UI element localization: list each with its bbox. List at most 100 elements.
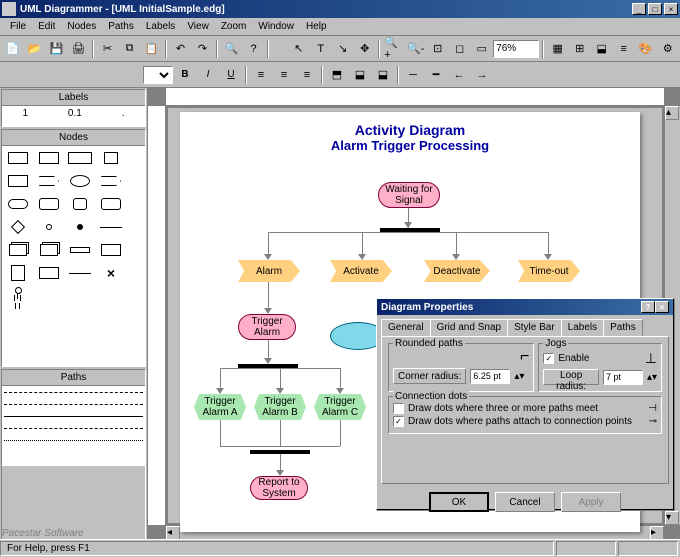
menu-edit[interactable]: Edit bbox=[32, 19, 61, 34]
zoom-fit-button[interactable]: ⊡ bbox=[427, 39, 448, 59]
properties-button[interactable]: ⚙ bbox=[657, 39, 678, 59]
tab-labels[interactable]: Labels bbox=[561, 319, 604, 336]
corner-radius-button[interactable]: Corner radius: bbox=[393, 368, 466, 384]
labels-panel-header[interactable]: Labels bbox=[2, 90, 145, 106]
arrow-start-button[interactable]: ← bbox=[448, 65, 470, 85]
bold-button[interactable]: B bbox=[174, 65, 196, 85]
menu-help[interactable]: Help bbox=[300, 19, 333, 34]
dialog-titlebar[interactable]: Diagram Properties ? × bbox=[377, 299, 673, 315]
shape-rect[interactable] bbox=[35, 263, 63, 283]
node-waiting[interactable]: Waiting for Signal bbox=[378, 182, 440, 208]
shape-rect[interactable] bbox=[97, 148, 125, 168]
open-button[interactable]: 📂 bbox=[24, 39, 45, 59]
path-style[interactable] bbox=[4, 416, 143, 417]
shape-rrect[interactable] bbox=[35, 194, 63, 214]
apply-button[interactable]: Apply bbox=[561, 492, 621, 512]
layers-button[interactable]: ≡ bbox=[613, 39, 634, 59]
help-button[interactable]: ? bbox=[243, 39, 264, 59]
shape-box3d[interactable] bbox=[4, 240, 32, 260]
shape-rect[interactable] bbox=[66, 240, 94, 260]
paste-button[interactable]: 📋 bbox=[141, 39, 162, 59]
shape-rect[interactable] bbox=[4, 148, 32, 168]
text-tool[interactable]: T bbox=[310, 39, 331, 59]
menu-zoom[interactable]: Zoom bbox=[215, 19, 253, 34]
zoom-in-button[interactable]: 🔍+ bbox=[383, 39, 404, 59]
underline-button[interactable]: U bbox=[220, 65, 242, 85]
zoom-combo[interactable] bbox=[493, 40, 539, 58]
nodes-panel-header[interactable]: Nodes bbox=[2, 130, 145, 146]
loop-radius-input[interactable] bbox=[603, 370, 643, 385]
shape-rect[interactable] bbox=[66, 148, 94, 168]
close-button[interactable]: × bbox=[664, 3, 678, 15]
tab-paths[interactable]: Paths bbox=[603, 319, 643, 336]
spinner-icon[interactable]: ▴▾ bbox=[647, 372, 657, 383]
node-trigger-a[interactable]: Trigger Alarm A bbox=[194, 394, 246, 420]
dialog-help-button[interactable]: ? bbox=[641, 301, 655, 313]
ok-button[interactable]: OK bbox=[429, 492, 489, 512]
conn-dots-meet-checkbox[interactable] bbox=[393, 403, 404, 414]
path-style[interactable] bbox=[4, 392, 143, 393]
zoom-page-button[interactable]: ▭ bbox=[471, 39, 492, 59]
shape-rect[interactable] bbox=[4, 171, 32, 191]
node-trigger-b[interactable]: Trigger Alarm B bbox=[254, 394, 306, 420]
node-alarm[interactable]: Alarm bbox=[238, 260, 300, 282]
shape-rrect[interactable] bbox=[97, 194, 125, 214]
zoom-out-button[interactable]: 🔍- bbox=[405, 39, 426, 59]
shape-arrow[interactable] bbox=[97, 171, 125, 191]
menu-window[interactable]: Window bbox=[252, 19, 300, 34]
paths-panel-header[interactable]: Paths bbox=[2, 370, 145, 386]
shape-line[interactable] bbox=[97, 217, 125, 237]
minimize-button[interactable]: _ bbox=[632, 3, 646, 15]
shape-line[interactable] bbox=[66, 263, 94, 283]
tab-general[interactable]: General bbox=[381, 319, 431, 336]
connect-tool[interactable]: ↘ bbox=[332, 39, 353, 59]
shape-x[interactable]: × bbox=[97, 263, 125, 283]
menu-labels[interactable]: Labels bbox=[140, 19, 181, 34]
node-timeout[interactable]: Time-out bbox=[518, 260, 580, 282]
grid-button[interactable]: ▦ bbox=[547, 39, 568, 59]
valign-mid-button[interactable]: ⬓ bbox=[349, 65, 371, 85]
path-style[interactable] bbox=[4, 428, 143, 429]
font-size-combo[interactable] bbox=[143, 66, 173, 84]
align-right-button[interactable]: ≡ bbox=[296, 65, 318, 85]
tab-style-bar[interactable]: Style Bar bbox=[507, 319, 562, 336]
menu-file[interactable]: File bbox=[4, 19, 32, 34]
save-button[interactable]: 💾 bbox=[46, 39, 67, 59]
shape-dot[interactable] bbox=[66, 217, 94, 237]
new-button[interactable]: 📄 bbox=[2, 39, 23, 59]
layout-button[interactable]: ⬓ bbox=[591, 39, 612, 59]
cancel-button[interactable]: Cancel bbox=[495, 492, 555, 512]
move-tool[interactable]: ✥ bbox=[354, 39, 375, 59]
shape-rect[interactable] bbox=[35, 148, 63, 168]
undo-button[interactable]: ↶ bbox=[170, 39, 191, 59]
loop-radius-button[interactable]: Loop radius: bbox=[543, 369, 599, 385]
node-trigger-c[interactable]: Trigger Alarm C bbox=[314, 394, 366, 420]
scroll-left-button[interactable]: ◂ bbox=[166, 526, 180, 540]
snap-button[interactable]: ⊞ bbox=[569, 39, 590, 59]
path-style[interactable] bbox=[4, 404, 143, 405]
shape-actor[interactable] bbox=[4, 286, 32, 306]
conn-dots-attach-checkbox[interactable]: ✓ bbox=[393, 416, 404, 427]
align-left-button[interactable]: ≡ bbox=[250, 65, 272, 85]
shape-ellipse[interactable] bbox=[66, 171, 94, 191]
tab-grid-snap[interactable]: Grid and Snap bbox=[430, 319, 509, 336]
shape-box3d[interactable] bbox=[35, 240, 63, 260]
maximize-button[interactable]: □ bbox=[648, 3, 662, 15]
label-item[interactable]: 0.1 bbox=[68, 108, 82, 119]
line-weight-button[interactable]: ━ bbox=[425, 65, 447, 85]
shape-diamond[interactable] bbox=[4, 217, 32, 237]
shape-rect[interactable] bbox=[97, 240, 125, 260]
node-report[interactable]: Report to System bbox=[250, 476, 308, 500]
menu-paths[interactable]: Paths bbox=[102, 19, 140, 34]
shape-rrect[interactable] bbox=[66, 194, 94, 214]
print-button[interactable]: 🖨 bbox=[68, 39, 89, 59]
pointer-tool[interactable]: ↖ bbox=[288, 39, 309, 59]
node-activate[interactable]: Activate bbox=[330, 260, 392, 282]
path-style[interactable] bbox=[4, 440, 143, 441]
copy-button[interactable]: ⧉ bbox=[119, 39, 140, 59]
corner-radius-input[interactable] bbox=[470, 369, 510, 384]
shape-arrow[interactable] bbox=[35, 171, 63, 191]
enable-jogs-checkbox[interactable]: ✓ bbox=[543, 353, 554, 364]
node-deactivate[interactable]: Deactivate bbox=[424, 260, 490, 282]
shape-pill[interactable] bbox=[4, 194, 32, 214]
